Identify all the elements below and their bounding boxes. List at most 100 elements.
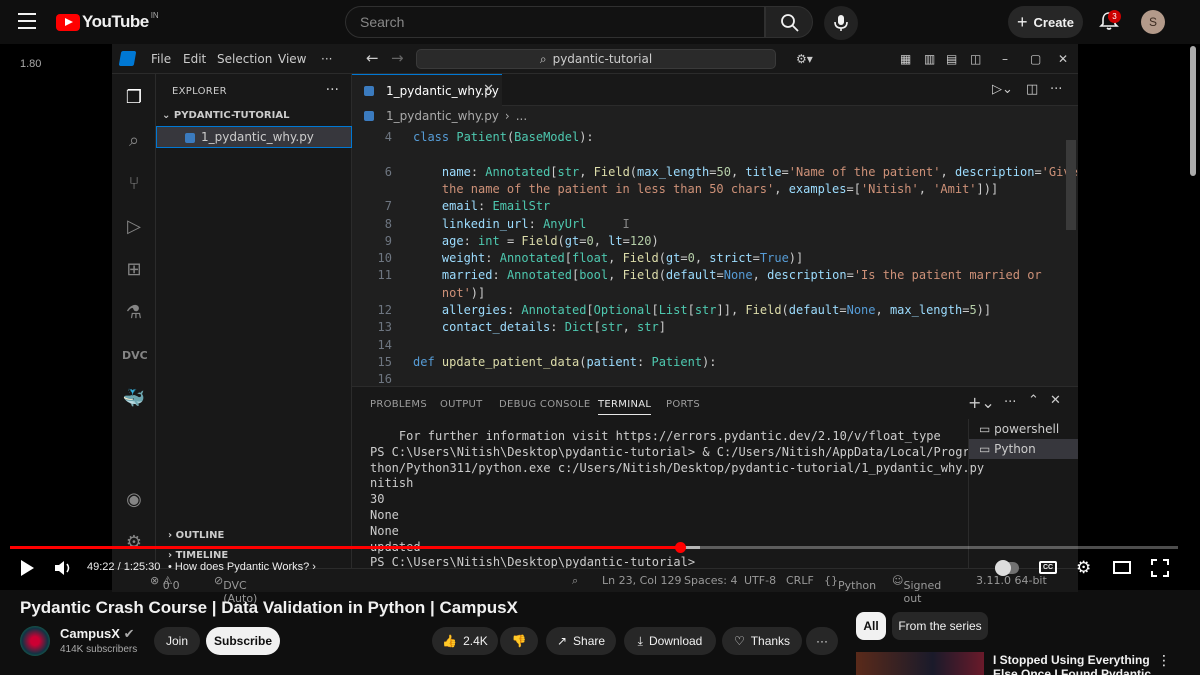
code-line[interactable]: age: int = Field(gt=0, lt=120) — [413, 234, 659, 248]
menu-edit[interactable]: Edit — [183, 52, 206, 66]
code-line[interactable]: name: Annotated[str, Field(max_length=50… — [413, 165, 1078, 179]
indentation[interactable]: Spaces: 4 — [684, 574, 737, 587]
tab-problems[interactable]: PROBLEMS — [370, 399, 427, 410]
share-button[interactable]: ↗ Share — [546, 627, 616, 655]
close-icon[interactable]: ✕ — [1058, 52, 1068, 66]
recommended-video-thumbnail[interactable] — [856, 652, 984, 675]
run-debug-icon[interactable]: ▷ — [122, 215, 146, 239]
testing-icon[interactable]: ⚗ — [122, 301, 146, 325]
settings-gear-icon[interactable]: ⚙ — [1076, 558, 1091, 578]
download-button[interactable]: ⤓ Download — [624, 627, 716, 655]
encoding[interactable]: UTF-8 — [744, 574, 776, 587]
search-input[interactable]: Search — [345, 6, 765, 38]
more-actions-button[interactable]: ··· — [806, 627, 838, 655]
language-mode[interactable]: {} Python — [824, 574, 876, 592]
cursor-position[interactable]: Ln 23, Col 129 — [602, 574, 682, 587]
breadcrumb-more[interactable]: ... — [516, 109, 527, 123]
restore-icon[interactable]: ▢ — [1030, 52, 1041, 66]
extensions-icon[interactable]: ⊞ — [122, 258, 146, 282]
code-line[interactable]: class Patient(BaseModel): — [413, 130, 594, 144]
menu-icon[interactable] — [18, 13, 36, 29]
menu-more[interactable]: ··· — [321, 52, 332, 66]
dvc-icon[interactable]: DVC — [122, 344, 148, 368]
run-python-icon[interactable]: ▷⌄ — [992, 82, 1013, 97]
code-line[interactable]: allergies: Annotated[Optional[List[str]]… — [413, 303, 991, 317]
channel-avatar[interactable] — [20, 626, 50, 656]
search-button[interactable] — [765, 6, 813, 38]
menu-file[interactable]: File — [151, 52, 171, 66]
subtitles-icon[interactable]: CC — [1039, 561, 1057, 574]
manage-gear-icon[interactable]: ⚙ — [122, 531, 146, 555]
like-button[interactable]: 👍 2.4K — [432, 627, 498, 655]
line-ending[interactable]: CRLF — [786, 574, 814, 587]
command-center[interactable]: ⌕ pydantic-tutorial — [416, 49, 776, 69]
accounts-icon[interactable]: ◉ — [122, 488, 146, 512]
more-terminal-actions-icon[interactable]: ··· — [1004, 395, 1016, 410]
new-terminal-icon[interactable]: +⌄ — [968, 393, 995, 412]
editor-scrollbar[interactable] — [1066, 140, 1076, 230]
chip-all[interactable]: All — [856, 612, 886, 640]
code-line[interactable]: the name of the patient in less than 50 … — [413, 182, 998, 196]
split-editor-icon[interactable]: ◫ — [1026, 82, 1038, 97]
timeline-section[interactable]: › TIMELINE — [168, 550, 228, 561]
forward-arrow-icon[interactable]: → — [391, 49, 404, 67]
more-vertical-icon[interactable]: ⋮ — [1157, 652, 1171, 669]
tab-terminal[interactable]: TERMINAL — [598, 399, 652, 415]
zoom-icon[interactable]: ⌕ — [572, 574, 578, 588]
channel-name[interactable]: CampusX ✔ — [60, 626, 135, 642]
code-line[interactable]: married: Annotated[bool, Field(default=N… — [413, 268, 1042, 282]
more-actions-icon[interactable]: ··· — [326, 82, 339, 98]
close-panel-icon[interactable]: ✕ — [1050, 393, 1061, 408]
toggle-sidebar-icon[interactable]: ▥ — [924, 52, 935, 66]
project-folder[interactable]: ⌄ PYDANTIC-TUTORIAL — [162, 110, 289, 121]
tab-1-pydantic-why[interactable]: 1_pydantic_why.py ✕ — [352, 74, 502, 106]
menu-selection[interactable]: Selection — [217, 52, 272, 66]
tab-debug-console[interactable]: DEBUG CONSOLE — [499, 399, 590, 410]
tab-output[interactable]: OUTPUT — [440, 399, 483, 410]
explorer-icon[interactable]: ❐ — [122, 86, 146, 110]
breadcrumb-file[interactable]: 1_pydantic_why.py — [386, 109, 499, 123]
autoplay-toggle[interactable] — [995, 560, 1019, 576]
volume-icon[interactable] — [53, 559, 73, 577]
tab-ports[interactable]: PORTS — [666, 399, 700, 410]
toggle-panel-icon[interactable]: ▤ — [946, 52, 957, 66]
back-arrow-icon[interactable]: ← — [366, 49, 379, 67]
page-scrollbar[interactable] — [1190, 46, 1196, 176]
account-avatar[interactable]: S — [1141, 10, 1165, 34]
problems-status[interactable]: ⊗ 0 ⚠ 0 — [150, 574, 180, 592]
chip-from-the-series[interactable]: From the series — [892, 612, 988, 640]
minimize-icon[interactable]: – — [1002, 52, 1008, 66]
code-line[interactable]: email: EmailStr — [413, 199, 550, 213]
join-button[interactable]: Join — [154, 627, 200, 655]
more-editor-actions-icon[interactable]: ··· — [1050, 82, 1062, 97]
signed-out-status[interactable]: ☺ Signed out — [892, 574, 941, 605]
chapter-title[interactable]: • How does Pydantic Works? › — [168, 561, 316, 573]
maximize-panel-icon[interactable]: ⌃ — [1028, 393, 1039, 408]
code-line[interactable]: not')] — [413, 286, 485, 300]
layout-icon[interactable]: ▦ — [900, 52, 911, 66]
youtube-logo[interactable]: YouTube IN — [56, 11, 159, 32]
source-control-icon[interactable]: ⑂ — [122, 172, 146, 196]
terminal-item-python[interactable]: ▭ Python — [969, 439, 1078, 459]
terminal-item-powershell[interactable]: ▭ powershell — [969, 419, 1078, 439]
docker-icon[interactable]: 🐳 — [122, 387, 146, 411]
copilot-icon[interactable]: ⚙▾ — [796, 52, 813, 66]
code-line[interactable]: linkedin_url: AnyUrl I — [413, 217, 630, 231]
theater-mode-icon[interactable] — [1113, 561, 1131, 574]
recommended-video-title[interactable]: I Stopped Using Everything Else Once I F… — [993, 653, 1153, 675]
voice-search-button[interactable] — [824, 6, 858, 40]
code-line[interactable]: weight: Annotated[float, Field(gt=0, str… — [413, 251, 803, 265]
toggle-secondary-sidebar-icon[interactable]: ◫ — [970, 52, 981, 66]
dislike-button[interactable]: 👎 — [500, 627, 538, 655]
code-line[interactable]: def update_patient_data(patient: Patient… — [413, 355, 717, 369]
fullscreen-icon[interactable] — [1151, 559, 1169, 577]
outline-section[interactable]: › OUTLINE — [168, 530, 224, 541]
search-icon[interactable]: ⌕ — [122, 129, 146, 153]
code-line[interactable]: contact_details: Dict[str, str] — [413, 320, 666, 334]
play-icon[interactable] — [18, 559, 36, 577]
dvc-status[interactable]: ⊘ DVC (Auto) — [214, 574, 257, 605]
python-interpreter[interactable]: 3.11.0 64-bit — [976, 574, 1047, 587]
code-editor[interactable]: 4 class Patient(BaseModel): 6 name: Annota… — [352, 126, 1078, 386]
subscribe-button[interactable]: Subscribe — [206, 627, 280, 655]
thanks-button[interactable]: ♡ Thanks — [722, 627, 802, 655]
